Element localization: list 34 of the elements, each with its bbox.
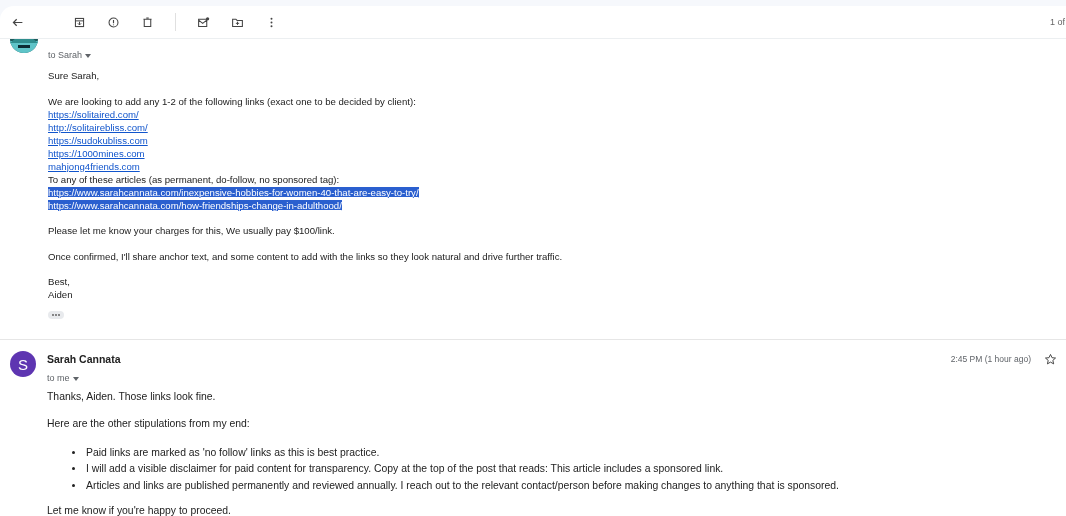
caret-icon: [85, 53, 92, 58]
delete-icon[interactable]: [141, 15, 154, 29]
bullet-text: I will add a visible disclaimer for paid content for transparency. Copy at the top of the post that reads: This article includes a sponsored link.: [86, 463, 724, 475]
message-text: Sure Sarah,: [48, 69, 101, 82]
link[interactable]: https://sudokubliss.com: [48, 134, 148, 146]
sender-name: Sarah Cannata: [47, 353, 121, 365]
page-count: 1 of: [1050, 17, 1065, 27]
message-text: We are looking to add any 1-2 of the following links (exact one to be decided by client):: [48, 94, 417, 108]
message-text: To any of these articles (as permanent, do-follow, no sponsored tag):: [48, 172, 341, 186]
avatar: S: [10, 351, 36, 377]
bullet-text: Paid links are marked as 'no follow' links as this is best practice.: [86, 446, 380, 458]
recipient-dropdown[interactable]: to Sarah: [48, 50, 92, 60]
link[interactable]: https://www.sarahcannata.com/inexpensive-hobbies-for-women-40-that-are-easy-to-try/: [48, 186, 419, 198]
message-text: Best,: [48, 275, 71, 288]
message-text: Let me know if you're happy to proceed.: [47, 503, 232, 516]
message-text: Here are the other stipulations from my end:: [47, 417, 251, 430]
recipient-dropdown[interactable]: to me: [47, 373, 79, 383]
link[interactable]: https://solitaired.com/: [48, 108, 139, 120]
archive-icon[interactable]: [73, 15, 86, 29]
star-icon[interactable]: [1044, 352, 1057, 366]
message-text: Thanks, Aiden. Those links look fine.: [47, 390, 217, 403]
show-trimmed-icon[interactable]: [48, 311, 64, 319]
link[interactable]: http://solitairebliss.com/: [48, 121, 148, 133]
message-text: Once confirmed, I'll share anchor text, and some content to add with the links so they look natural and drive further traffic.: [48, 249, 563, 263]
message-text: Please let me know your charges for this, We usually pay $100/link.: [48, 224, 336, 237]
timestamp: 2:45 PM (1 hour ago): [950, 354, 1031, 364]
link[interactable]: mahjong4friends.com: [48, 160, 140, 172]
caret-icon: [72, 376, 79, 381]
report-icon[interactable]: [107, 15, 120, 29]
message-text: Aiden: [48, 288, 74, 301]
link[interactable]: https://1000mines.com: [48, 147, 145, 159]
bullet-text: Articles and links are published permanently and reviewed annually. I reach out to the relevant contact/person before making changes to anything that is sponsored.: [86, 479, 839, 491]
mail-icon[interactable]: [197, 15, 210, 29]
link[interactable]: https://www.sarahcannata.com/how-friendships-change-in-adulthood/: [48, 199, 342, 211]
